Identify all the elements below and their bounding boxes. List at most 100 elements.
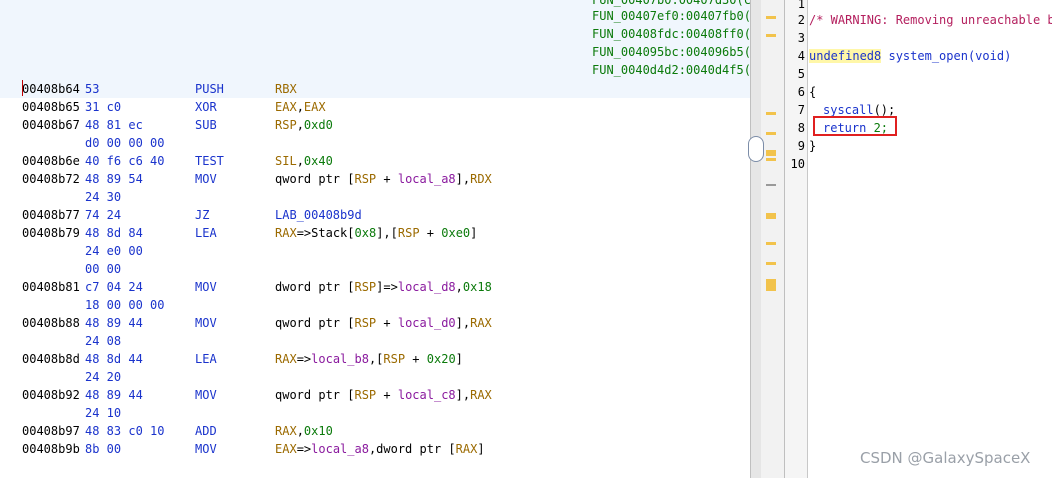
decompiler-pane[interactable]: 1 2 3 4 5 6 7 8 9 10 /* WARNING: Removin…	[785, 0, 1052, 478]
address[interactable]: 00408b8d	[22, 350, 80, 368]
instruction-bytes: 48 81 ec	[85, 118, 143, 132]
operands[interactable]: EAX,EAX	[275, 98, 326, 116]
xref-entry[interactable]: FUN_00408fdc:00408ff0(c)	[592, 25, 750, 43]
pane-divider[interactable]	[748, 0, 785, 478]
instruction-row[interactable]: 00408b9b 8b 00 MOV EAX=>local_a8,dword ptr …	[0, 440, 750, 458]
overview-marker[interactable]	[766, 213, 776, 219]
instruction-row[interactable]: 00408b77 74 24 JZ LAB_00408b9d	[0, 206, 750, 224]
mnemonic[interactable]: PUSH	[195, 80, 224, 98]
mnemonic[interactable]: LEA	[195, 350, 217, 368]
instruction-row[interactable]: 00408b92 48 89 44 MOV qword ptr [RSP + loca…	[0, 386, 750, 404]
warning-comment: /* WARNING: Removing unreachable bl	[809, 13, 1052, 27]
overview-marker[interactable]	[766, 150, 776, 156]
instruction-row[interactable]: 00408b64 53 PUSH RBX	[0, 80, 750, 98]
overview-marker[interactable]	[766, 16, 776, 19]
operands[interactable]: dword ptr [RSP]=>local_d8,0x18	[275, 278, 492, 296]
address[interactable]: 00408b77	[22, 206, 80, 224]
address[interactable]: 00408b72	[22, 170, 80, 188]
instruction-bytes: 48 89 54	[85, 172, 143, 186]
operands[interactable]: SIL,0x40	[275, 152, 333, 170]
address[interactable]: 00408b64	[22, 80, 80, 98]
mnemonic[interactable]: XOR	[195, 98, 217, 116]
instruction-bytes: 24 30	[85, 190, 122, 204]
instruction-row[interactable]: 00408b67 48 81 ec SUB RSP,0xd0	[0, 116, 750, 134]
instruction-bytes: 48 8d 44	[85, 352, 143, 366]
mnemonic[interactable]: TEST	[195, 152, 224, 170]
overview-marker[interactable]	[766, 262, 776, 265]
listing-pane[interactable]: FUN_00407b0:00407d30(c) FUN_00407ef0:004…	[0, 0, 750, 478]
mnemonic[interactable]: JZ	[195, 206, 209, 224]
instruction-row[interactable]: 00408b8d 48 8d 44 LEA RAX=>local_b8,[RSP + …	[0, 350, 750, 368]
mnemonic[interactable]: MOV	[195, 314, 217, 332]
instruction-row[interactable]: d0 00 00 00	[0, 134, 750, 152]
operands[interactable]: RSP,0xd0	[275, 116, 333, 134]
operands[interactable]: RBX	[275, 80, 297, 98]
operands[interactable]: LAB_00408b9d	[275, 206, 362, 224]
operands[interactable]: qword ptr [RSP + local_d0],RAX	[275, 314, 492, 332]
instruction-bytes: 8b 00	[85, 442, 122, 456]
operands[interactable]: EAX=>local_a8,dword ptr [RAX]	[275, 440, 485, 458]
instruction-row[interactable]: 24 e0 00	[0, 242, 750, 260]
overview-marker[interactable]	[766, 112, 776, 115]
instruction-bytes: 48 8d 84	[85, 226, 143, 240]
instruction-row[interactable]: 00408b79 48 8d 84 LEA RAX=>Stack[0x8],[RSP …	[0, 224, 750, 242]
address[interactable]: 00408b67	[22, 116, 80, 134]
instruction-bytes: 31 c0	[85, 100, 122, 114]
scroll-thumb[interactable]	[748, 136, 764, 162]
cursor-caret	[22, 80, 23, 96]
instruction-row[interactable]: 18 00 00 00	[0, 296, 750, 314]
instruction-row[interactable]: 24 20	[0, 368, 750, 386]
instruction-row[interactable]: 00408b81 c7 04 24 MOV dword ptr [RSP]=>loca…	[0, 278, 750, 296]
address[interactable]: 00408b92	[22, 386, 80, 404]
instruction-bytes: 40 f6 c6 40	[85, 154, 165, 168]
xref-entry[interactable]: FUN_00407ef0:00407fb0(c)	[592, 7, 750, 25]
overview-marker[interactable]	[766, 279, 776, 291]
instruction-row[interactable]: 24 08	[0, 332, 750, 350]
operands[interactable]: qword ptr [RSP + local_c8],RAX	[275, 386, 492, 404]
open-brace: {	[809, 85, 817, 99]
overview-marker[interactable]	[766, 34, 776, 37]
instruction-row[interactable]: 24 10	[0, 404, 750, 422]
mnemonic[interactable]: SUB	[195, 116, 217, 134]
mnemonic[interactable]: MOV	[195, 278, 217, 296]
instruction-bytes: 24 10	[85, 406, 122, 420]
instruction-bytes: 48 89 44	[85, 388, 143, 402]
overview-marker[interactable]	[766, 184, 776, 186]
overview-marker[interactable]	[766, 132, 776, 135]
instruction-row[interactable]: 00408b65 31 c0 XOR EAX,EAX	[0, 98, 750, 116]
overview-marker[interactable]	[766, 158, 776, 161]
address[interactable]: 00408b6e	[22, 152, 80, 170]
operands[interactable]: qword ptr [RSP + local_a8],RDX	[275, 170, 492, 188]
vertical-scrollbar[interactable]	[751, 0, 761, 478]
instruction-bytes: 24 20	[85, 370, 122, 384]
line-number: 8	[797, 121, 805, 135]
instruction-row[interactable]: 00408b6e 40 f6 c6 40 TEST SIL,0x40	[0, 152, 750, 170]
address[interactable]: 00408b79	[22, 224, 80, 242]
function-signature[interactable]: undefined8 system_open(void)	[809, 47, 1011, 65]
xref-entry[interactable]: FUN_004095bc:004096b5(c)	[592, 43, 750, 61]
return-type[interactable]: undefined8	[809, 49, 882, 63]
address[interactable]: 00408b65	[22, 98, 80, 116]
syscall-call[interactable]: syscall	[823, 103, 874, 117]
function-name[interactable]: system_open(void)	[881, 49, 1011, 63]
operands[interactable]: RAX=>Stack[0x8],[RSP + 0xe0]	[275, 224, 477, 242]
xref-entry[interactable]: FUN_0040d4d2:0040d4f5(c)	[592, 61, 750, 79]
mnemonic[interactable]: MOV	[195, 440, 217, 458]
instruction-row[interactable]: 00 00	[0, 260, 750, 278]
operands[interactable]: RAX=>local_b8,[RSP + 0x20]	[275, 350, 463, 368]
mnemonic[interactable]: ADD	[195, 422, 217, 440]
mnemonic[interactable]: MOV	[195, 386, 217, 404]
mnemonic[interactable]: LEA	[195, 224, 217, 242]
address[interactable]: 00408b88	[22, 314, 80, 332]
operands[interactable]: RAX,0x10	[275, 422, 333, 440]
instruction-row[interactable]: 00408b72 48 89 54 MOV qword ptr [RSP + loca…	[0, 170, 750, 188]
instruction-row[interactable]: 24 30	[0, 188, 750, 206]
instruction-bytes: 00 00	[85, 262, 122, 276]
instruction-row[interactable]: 00408b97 48 83 c0 10 ADD RAX,0x10	[0, 422, 750, 440]
instruction-row[interactable]: 00408b88 48 89 44 MOV qword ptr [RSP + loca…	[0, 314, 750, 332]
overview-marker[interactable]	[766, 242, 776, 245]
address[interactable]: 00408b81	[22, 278, 80, 296]
mnemonic[interactable]: MOV	[195, 170, 217, 188]
address[interactable]: 00408b97	[22, 422, 80, 440]
address[interactable]: 00408b9b	[22, 440, 80, 458]
